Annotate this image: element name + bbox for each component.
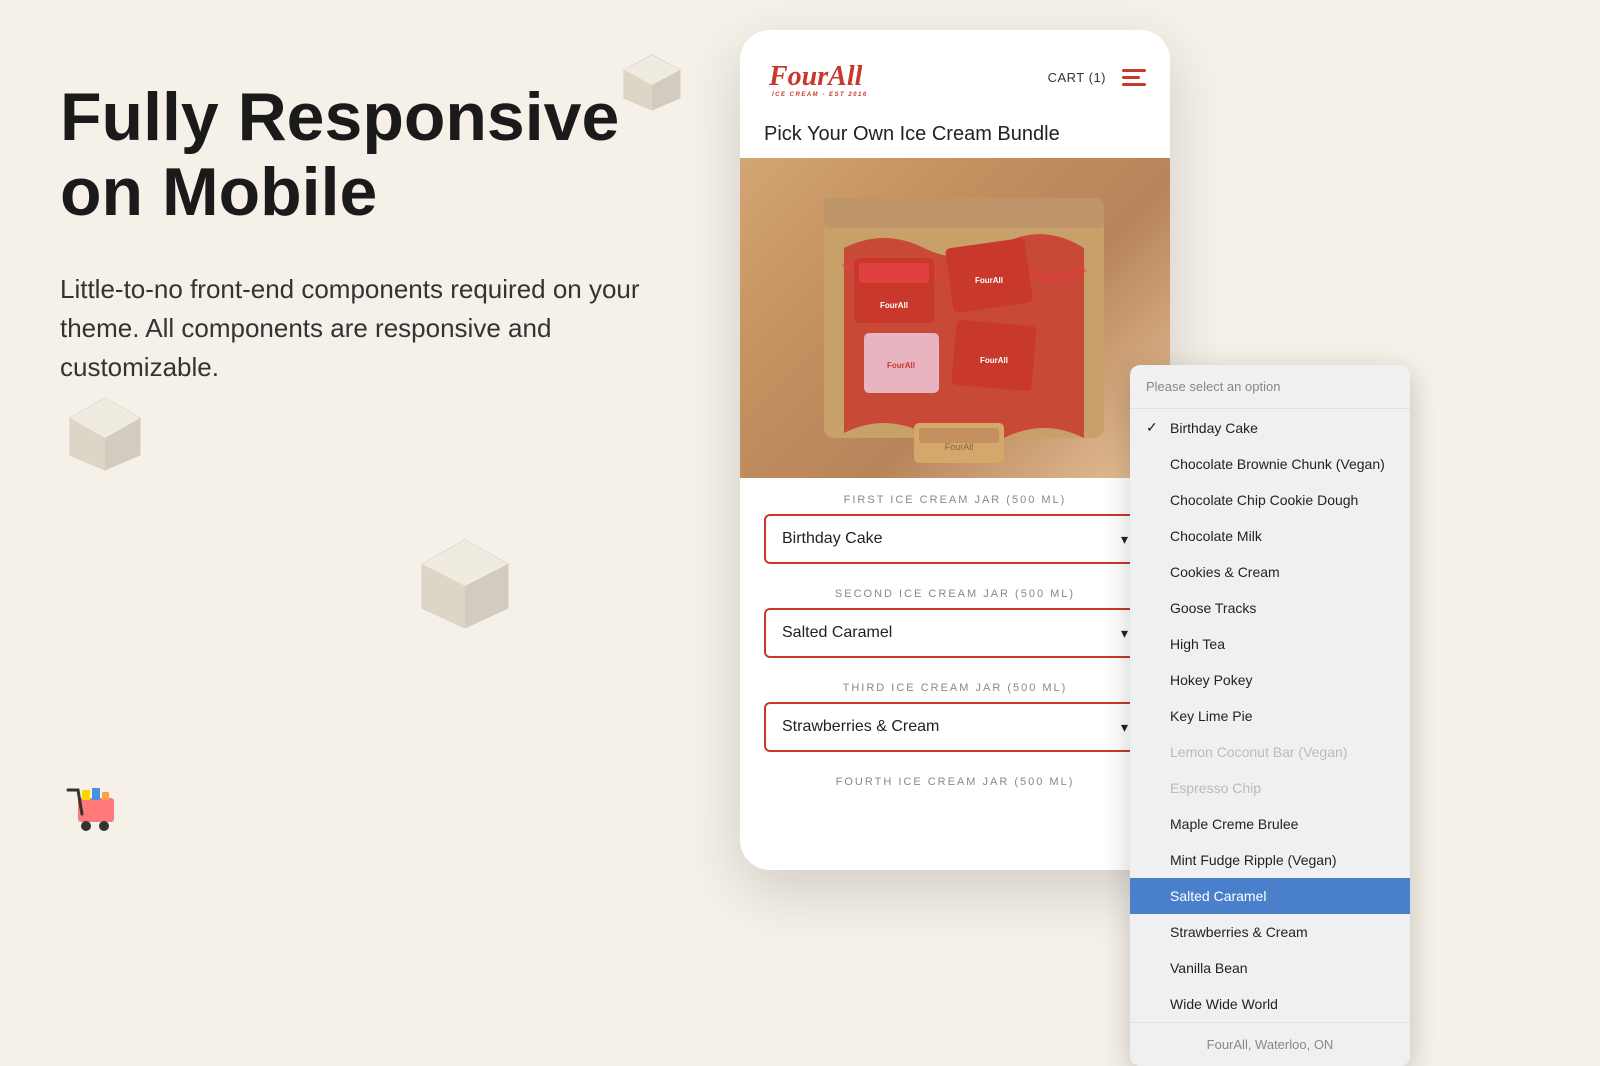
svg-text:ICE CREAM · EST 2016: ICE CREAM · EST 2016	[772, 92, 868, 98]
dropdown-item-label: Hokey Pokey	[1170, 672, 1252, 688]
left-section: Fully Responsive on Mobile Little-to-no …	[60, 80, 740, 387]
jar-4-section: FOURTH ICE CREAM JAR (500 ML)	[740, 760, 1170, 804]
dropdown-item-label: Goose Tracks	[1170, 600, 1256, 616]
dropdown-item[interactable]: Salted Caramel	[1130, 878, 1410, 914]
jar-2-section: SECOND ICE CREAM JAR (500 ML) Salted Car…	[740, 572, 1170, 666]
dropdown-item-label: Lemon Coconut Bar (Vegan)	[1170, 744, 1347, 760]
cart-decoration-icon	[60, 770, 130, 840]
cube-decoration-top	[620, 50, 685, 115]
jar-1-label: FIRST ICE CREAM JAR (500 ML)	[764, 494, 1146, 506]
dropdown-item[interactable]: Goose Tracks	[1130, 590, 1410, 626]
cube-decoration-left	[60, 390, 150, 480]
dropdown-item-label: Salted Caramel	[1170, 888, 1267, 904]
dropdown-item[interactable]: Lemon Coconut Bar (Vegan)	[1130, 734, 1410, 770]
product-page-title: Pick Your Own Ice Cream Bundle	[740, 115, 1170, 158]
dropdown-item-label: Strawberries & Cream	[1170, 924, 1308, 940]
hamburger-line-2	[1122, 76, 1140, 79]
dropdown-item[interactable]: ✓ Birthday Cake	[1130, 409, 1410, 446]
dropdown-item[interactable]: Key Lime Pie	[1130, 698, 1410, 734]
dropdown-item[interactable]: Espresso Chip	[1130, 770, 1410, 806]
product-box-svg: FourAll FourAll FourAll FourAll FourAll	[764, 158, 1146, 478]
dropdown-item[interactable]: Cookies & Cream	[1130, 554, 1410, 590]
cube-decoration-center	[410, 530, 520, 640]
jar-2-select[interactable]: Salted Caramel ▾	[764, 608, 1146, 658]
dropdown-item[interactable]: Wide Wide World	[1130, 986, 1410, 1022]
cart-label[interactable]: CART (1)	[1048, 70, 1106, 85]
jar-3-select[interactable]: Strawberries & Cream ▾	[764, 702, 1146, 752]
product-image: FourAll FourAll FourAll FourAll FourAll	[740, 158, 1170, 478]
logo-text: FourAll ICE CREAM · EST 2016	[764, 50, 874, 105]
hamburger-line-3	[1122, 83, 1146, 86]
jar-3-section: THIRD ICE CREAM JAR (500 ML) Strawberrie…	[740, 666, 1170, 760]
hamburger-icon[interactable]	[1122, 69, 1146, 86]
dropdown-item-label: Vanilla Bean	[1170, 960, 1248, 976]
dropdown-item-label: Chocolate Chip Cookie Dough	[1170, 492, 1358, 508]
checkmark-icon: ✓	[1146, 419, 1162, 436]
svg-text:FourAll: FourAll	[887, 361, 915, 370]
dropdown-item-label: Chocolate Milk	[1170, 528, 1262, 544]
svg-text:FourAll: FourAll	[945, 442, 974, 452]
product-image-container: FourAll FourAll FourAll FourAll FourAll	[740, 158, 1170, 478]
dropdown-header-text: Please select an option	[1130, 365, 1410, 409]
flavor-dropdown: Please select an option ✓ Birthday Cake Ch…	[1130, 365, 1410, 1066]
hamburger-line-1	[1122, 69, 1146, 72]
dropdown-item-label: Mint Fudge Ripple (Vegan)	[1170, 852, 1337, 868]
dropdown-item[interactable]: Mint Fudge Ripple (Vegan)	[1130, 842, 1410, 878]
jar-1-value: Birthday Cake	[782, 530, 883, 548]
dropdown-item[interactable]: Vanilla Bean	[1130, 950, 1410, 986]
jar-1-section: FIRST ICE CREAM JAR (500 ML) Birthday Ca…	[740, 478, 1170, 572]
header-right: CART (1)	[1048, 69, 1146, 86]
dropdown-item[interactable]: Chocolate Brownie Chunk (Vegan)	[1130, 446, 1410, 482]
dropdown-item-label: Espresso Chip	[1170, 780, 1261, 796]
jar-4-label: FOURTH ICE CREAM JAR (500 ML)	[764, 776, 1146, 788]
dropdown-item-label: Birthday Cake	[1170, 420, 1258, 436]
svg-text:FourAll: FourAll	[980, 356, 1008, 365]
dropdown-item-label: High Tea	[1170, 636, 1225, 652]
dropdown-item[interactable]: Maple Creme Brulee	[1130, 806, 1410, 842]
dropdown-item[interactable]: Strawberries & Cream	[1130, 914, 1410, 950]
jar-1-arrow-icon: ▾	[1121, 531, 1128, 548]
jar-2-label: SECOND ICE CREAM JAR (500 ML)	[764, 588, 1146, 600]
heading-line2: on Mobile	[60, 154, 377, 230]
svg-text:FourAll: FourAll	[768, 61, 863, 92]
jar-2-arrow-icon: ▾	[1121, 625, 1128, 642]
dropdown-item-label: Chocolate Brownie Chunk (Vegan)	[1170, 456, 1385, 472]
description-text: Little-to-no front-end components requir…	[60, 270, 680, 387]
heading-line1: Fully Responsive	[60, 79, 619, 155]
dropdown-item-label: Cookies & Cream	[1170, 564, 1280, 580]
dropdown-item[interactable]: Hokey Pokey	[1130, 662, 1410, 698]
phone-header: FourAll ICE CREAM · EST 2016 CART (1)	[740, 30, 1170, 115]
phone-mockup: FourAll ICE CREAM · EST 2016 CART (1) Pi…	[740, 30, 1170, 870]
dropdown-item-label: Maple Creme Brulee	[1170, 816, 1298, 832]
dropdown-footer-text: FourAll, Waterloo, ON	[1130, 1022, 1410, 1066]
dropdown-items-list: ✓ Birthday Cake Chocolate Brownie Chunk (V…	[1130, 409, 1410, 1022]
jar-2-value: Salted Caramel	[782, 624, 892, 642]
jar-3-label: THIRD ICE CREAM JAR (500 ML)	[764, 682, 1146, 694]
dropdown-item[interactable]: Chocolate Chip Cookie Dough	[1130, 482, 1410, 518]
svg-text:FourAll: FourAll	[880, 301, 908, 310]
jar-3-value: Strawberries & Cream	[782, 718, 939, 736]
jar-1-select[interactable]: Birthday Cake ▾	[764, 514, 1146, 564]
dropdown-item-label: Wide Wide World	[1170, 996, 1278, 1012]
jar-3-arrow-icon: ▾	[1121, 719, 1128, 736]
svg-text:FourAll: FourAll	[975, 276, 1003, 285]
dropdown-item[interactable]: Chocolate Milk	[1130, 518, 1410, 554]
dropdown-item[interactable]: High Tea	[1130, 626, 1410, 662]
logo-area: FourAll ICE CREAM · EST 2016	[764, 50, 874, 105]
dropdown-item-label: Key Lime Pie	[1170, 708, 1252, 724]
